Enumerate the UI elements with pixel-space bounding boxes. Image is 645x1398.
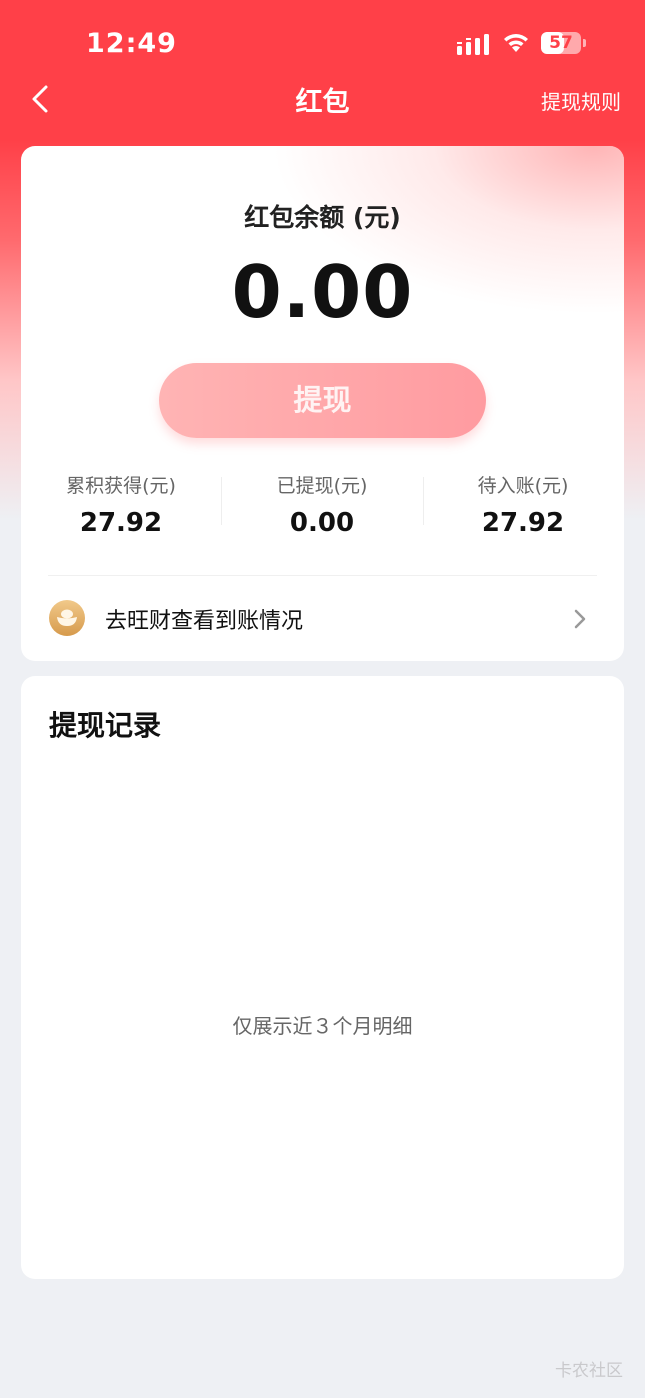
stat-pending: 待入账(元) 27.92: [423, 471, 623, 538]
battery-indicator: 57: [541, 32, 587, 54]
balance-card: 红包余额 (元) 0.00 提现 累积获得(元) 27.92 已提现(元) 0.…: [21, 146, 624, 661]
stat-label: 待入账(元): [477, 475, 569, 497]
stat-value: 0.00: [289, 508, 355, 538]
withdraw-rules-link[interactable]: 提现规则: [541, 86, 621, 115]
withdraw-button[interactable]: 提现: [159, 363, 486, 438]
stats-row: 累积获得(元) 27.92 已提现(元) 0.00 待入账(元) 27.92: [21, 471, 624, 551]
wangcai-link-row[interactable]: 去旺财查看到账情况: [21, 576, 624, 661]
nav-bar: 红包 提现规则: [0, 70, 645, 128]
cellular-signal-icon: [457, 34, 489, 55]
chevron-right-icon: [574, 609, 586, 629]
battery-percent: 57: [549, 33, 573, 53]
coin-icon: [49, 600, 85, 636]
stat-total-earned: 累积获得(元) 27.92: [21, 471, 221, 538]
stat-value: 27.92: [481, 508, 565, 538]
stat-label: 已提现(元): [276, 475, 368, 497]
withdraw-records-card: 提现记录 仅展示近３个月明细: [21, 676, 624, 1279]
stat-withdrawn: 已提现(元) 0.00: [222, 471, 422, 538]
balance-value: 0.00: [231, 250, 414, 334]
records-note: 仅展示近３个月明细: [232, 1014, 413, 1038]
stat-label: 累积获得(元): [66, 475, 176, 497]
wifi-icon: [504, 34, 528, 52]
stat-value: 27.92: [79, 508, 163, 538]
wangcai-link-text: 去旺财查看到账情况: [105, 609, 304, 634]
balance-label: 红包余额 (元): [244, 203, 401, 232]
watermark: 卡农社区: [555, 1361, 623, 1381]
status-time: 12:49: [86, 28, 177, 59]
records-title: 提现记录: [49, 709, 162, 742]
